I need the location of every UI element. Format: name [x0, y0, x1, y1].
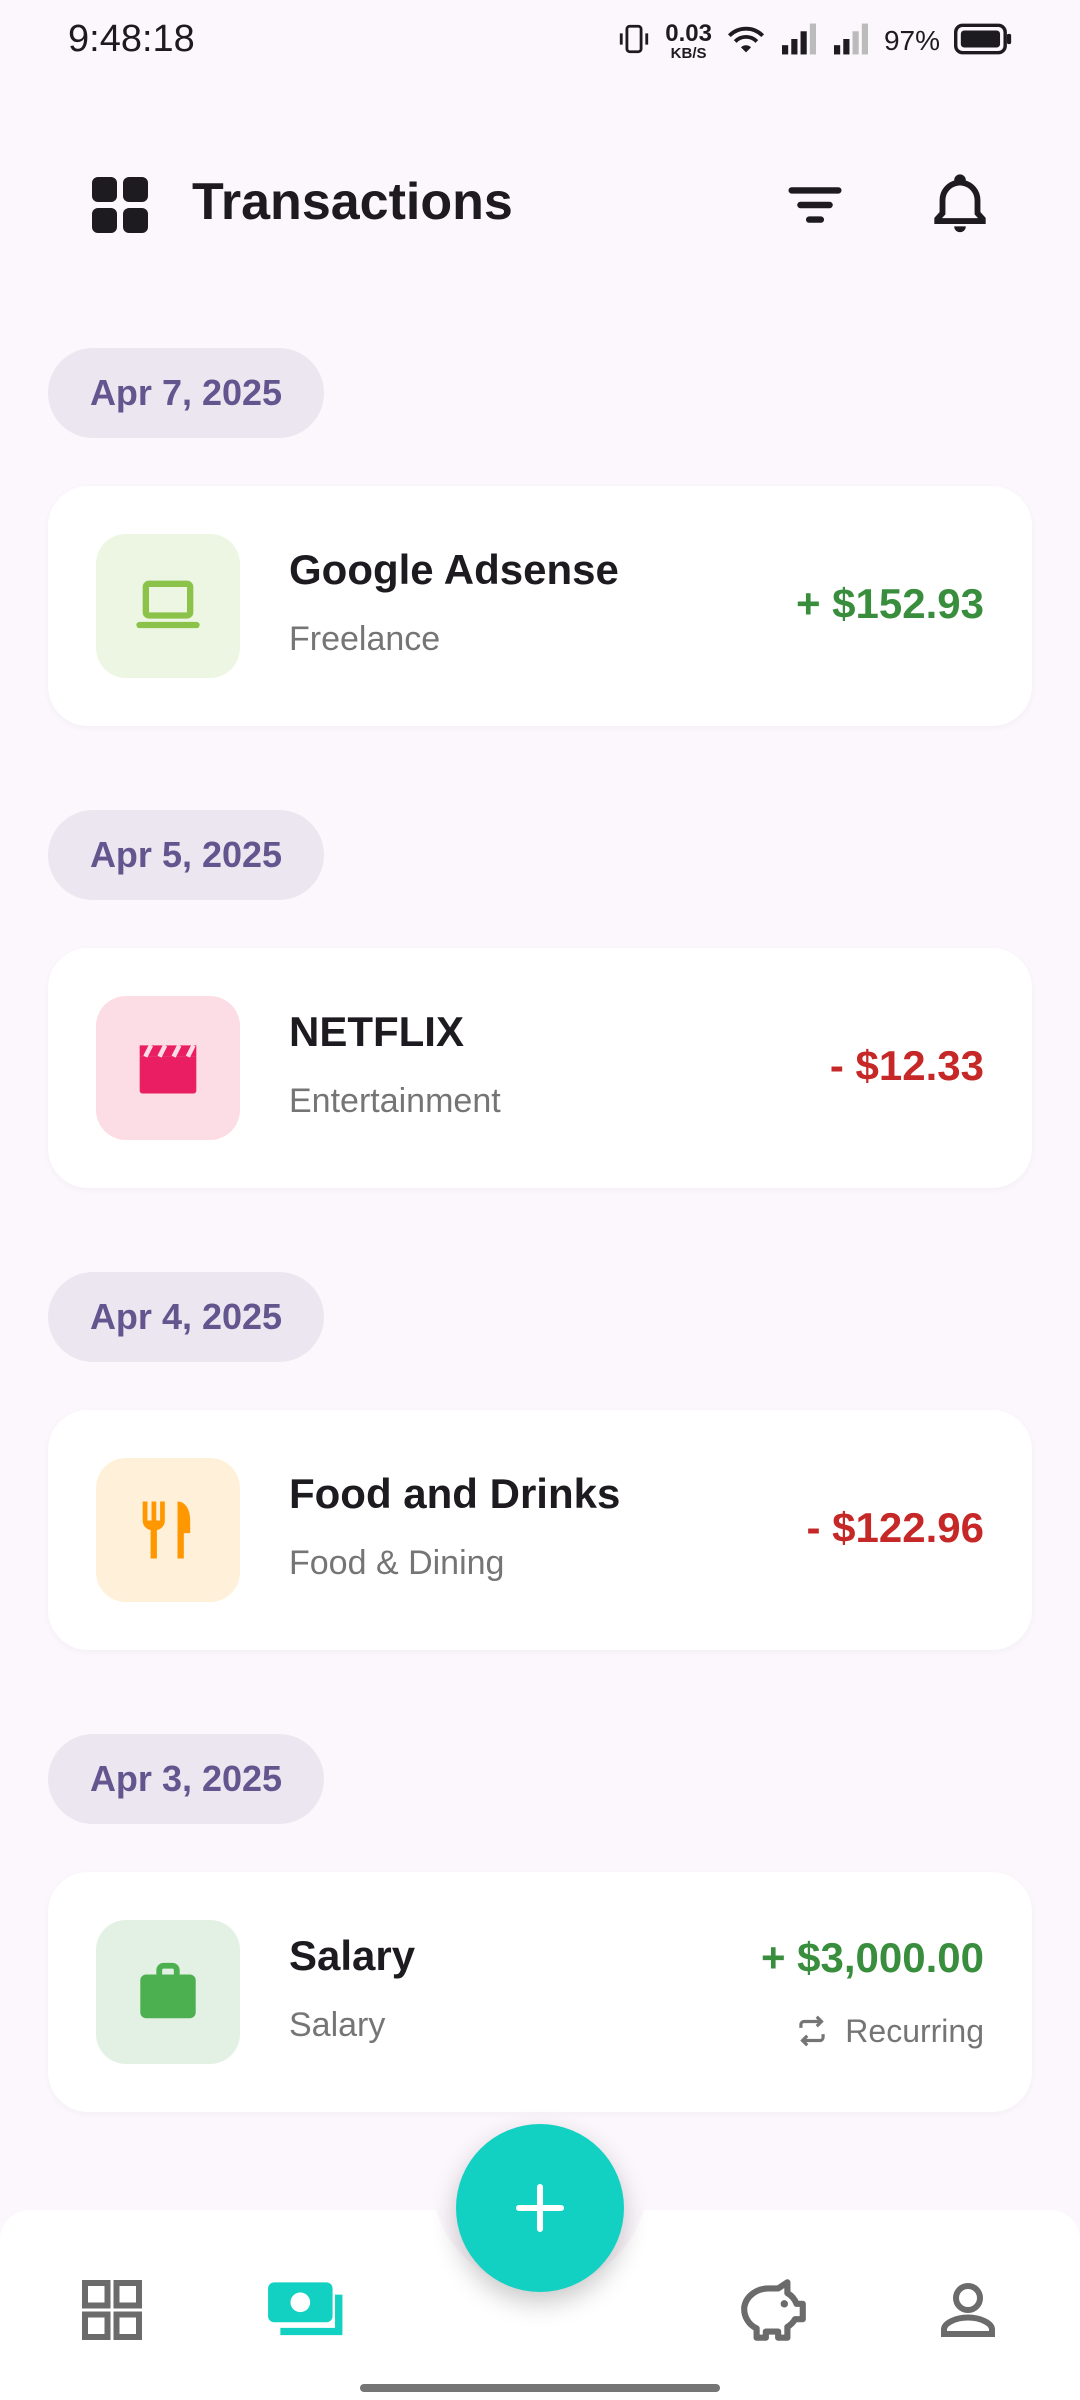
- plus-icon: [515, 2183, 565, 2233]
- status-time: 9:48:18: [68, 18, 195, 60]
- grid-icon: [82, 2280, 142, 2340]
- transaction-amount: + $152.93: [795, 580, 984, 627]
- home-indicator: [360, 2384, 720, 2392]
- date-chip: Apr 4, 2025: [48, 1272, 324, 1362]
- movie-clapper-icon: [96, 996, 240, 1140]
- transaction-title: Food and Drinks: [289, 1470, 621, 1517]
- briefcase-icon: [96, 1920, 240, 2064]
- money-icon: [268, 2282, 343, 2336]
- transaction-category: Salary: [289, 2006, 386, 2044]
- signal-icon: [780, 22, 818, 61]
- transaction-amount: + $3,000.00: [760, 1934, 984, 1981]
- status-icons: 0.03 KB/S 97%: [617, 16, 1012, 66]
- notifications-button[interactable]: [925, 168, 995, 238]
- battery-icon: [954, 22, 1012, 61]
- status-bar: 9:48:18 0.03 KB/S 97%: [0, 0, 1080, 80]
- transaction-category: Freelance: [289, 620, 441, 658]
- vibrate-icon: [617, 22, 651, 61]
- transaction-card[interactable]: Food and Drinks Food & Dining - $122.96: [48, 1410, 1032, 1650]
- net-speed-value: 0.03: [665, 19, 712, 47]
- nav-transactions[interactable]: [258, 2260, 358, 2360]
- transaction-amount: - $12.33: [829, 1042, 984, 1089]
- person-icon: [941, 2283, 995, 2337]
- dashboard-icon[interactable]: [92, 177, 148, 233]
- nav-profile[interactable]: [918, 2260, 1018, 2360]
- recurring-label: Recurring: [845, 2012, 984, 2049]
- recurring-indicator: Recurring: [793, 2012, 984, 2050]
- transaction-amount: - $122.96: [806, 1504, 984, 1551]
- transaction-category: Food & Dining: [289, 1544, 505, 1582]
- transaction-category: Entertainment: [289, 1082, 501, 1120]
- laptop-icon: [96, 534, 240, 678]
- date-chip: Apr 5, 2025: [48, 810, 324, 900]
- transaction-card[interactable]: Salary Salary + $3,000.00 Recurring: [48, 1872, 1032, 2112]
- net-speed-unit: KB/S: [670, 44, 707, 62]
- nav-savings[interactable]: [722, 2260, 822, 2360]
- filter-button[interactable]: [780, 170, 850, 240]
- repeat-icon: [799, 2015, 825, 2047]
- date-chip: Apr 7, 2025: [48, 348, 324, 438]
- transaction-card[interactable]: Google Adsense Freelance + $152.93: [48, 486, 1032, 726]
- page-title: Transactions: [192, 173, 513, 231]
- transaction-title: NETFLIX: [289, 1008, 464, 1055]
- add-transaction-button[interactable]: [456, 2124, 624, 2292]
- piggy-bank-icon: [741, 2279, 806, 2341]
- transaction-title: Google Adsense: [289, 546, 619, 593]
- battery-percent: 97%: [883, 25, 940, 56]
- app-bar: Transactions: [0, 150, 1080, 260]
- date-chip: Apr 3, 2025: [48, 1734, 324, 1824]
- restaurant-icon: [96, 1458, 240, 1602]
- net-speed: 0.03 KB/S: [665, 19, 712, 62]
- transaction-title: Salary: [289, 1932, 416, 1979]
- nav-dashboard[interactable]: [62, 2260, 162, 2360]
- wifi-icon: [726, 22, 766, 61]
- transaction-card[interactable]: NETFLIX Entertainment - $12.33: [48, 948, 1032, 1188]
- filter-icon: [788, 187, 842, 223]
- bell-icon: [934, 174, 986, 233]
- signal-icon-2: [832, 22, 870, 61]
